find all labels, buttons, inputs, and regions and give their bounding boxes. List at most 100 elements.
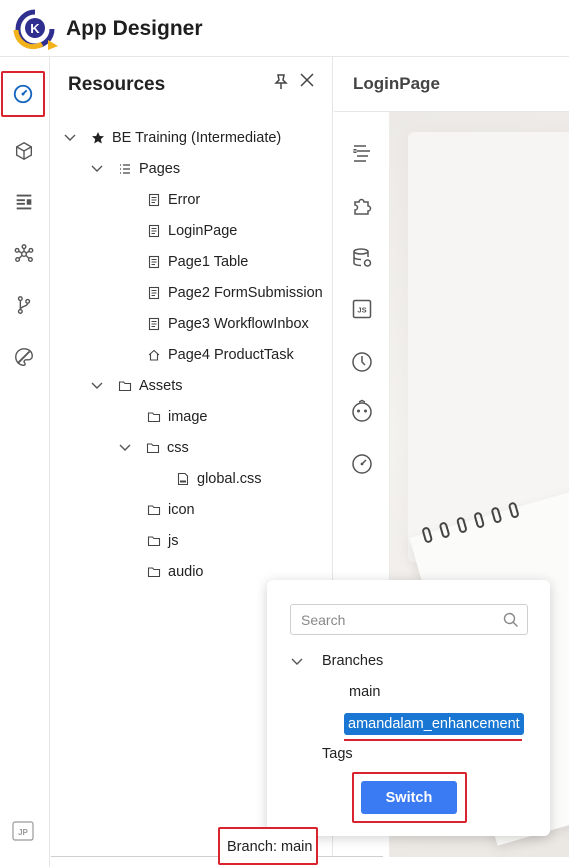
page-icon	[148, 255, 160, 269]
svg-text:JS: JS	[357, 306, 366, 315]
tree-item-pages[interactable]: Pages	[90, 157, 180, 181]
svg-text:JP: JP	[18, 828, 28, 837]
layout-list-icon	[16, 194, 32, 210]
tree-item-page1-table[interactable]: Page1 Table	[147, 250, 248, 274]
git-branch-icon	[17, 296, 31, 314]
outline-icon	[353, 145, 370, 162]
tree-item-audio[interactable]: audio	[147, 560, 203, 584]
chevron-down-icon[interactable]	[90, 162, 104, 176]
chevron-down-icon[interactable]	[90, 379, 104, 393]
tool-history-button[interactable]	[349, 349, 375, 375]
switch-button[interactable]: Switch	[361, 781, 457, 814]
tags-group-label[interactable]: Tags	[322, 746, 353, 762]
tree-item-global-css[interactable]: global.css	[176, 467, 261, 491]
selection-underline	[344, 739, 522, 741]
tree-item-label: js	[168, 533, 179, 549]
tree-item-label: global.css	[197, 471, 262, 487]
home-icon	[148, 349, 160, 361]
tree-item-js[interactable]: js	[147, 529, 178, 553]
tool-datasource-button[interactable]	[349, 245, 375, 271]
page-icon	[148, 224, 160, 238]
dashboard-gauge-icon	[13, 84, 33, 104]
folder-icon	[118, 381, 132, 392]
rail-theme-button[interactable]	[4, 337, 44, 377]
search-placeholder: Search	[301, 611, 346, 628]
status-bar-divider	[51, 856, 383, 857]
branch-item-selected[interactable]: amandalam_enhancement	[344, 713, 524, 735]
rail-network-button[interactable]	[4, 234, 44, 274]
assistant-face-icon	[352, 399, 372, 422]
tree-item-label: Pages	[139, 161, 181, 177]
star-icon	[92, 132, 104, 144]
gauge-icon	[352, 454, 372, 474]
cube-icon	[15, 141, 33, 161]
tree-item-label: Page3 WorkflowInbox	[168, 316, 309, 332]
tool-assistant-button[interactable]	[349, 398, 375, 424]
tree-item-page2-formsubmission[interactable]: Page2 FormSubmission	[147, 281, 323, 305]
tree-item-label: Error	[168, 192, 201, 208]
tree-item-be-training[interactable]: BE Training (Intermediate)	[63, 126, 281, 150]
tool-performance-button[interactable]	[349, 451, 375, 477]
tree-item-label: Page2 FormSubmission	[168, 285, 323, 301]
branch-search-input[interactable]: Search	[290, 604, 528, 635]
tree-item-loginpage[interactable]: LoginPage	[147, 219, 237, 243]
folder-icon	[147, 412, 161, 423]
app-title: App Designer	[66, 17, 203, 40]
tool-outline-button[interactable]	[349, 141, 375, 167]
tree-item-label: icon	[168, 502, 195, 518]
tree-item-page3-workflowinbox[interactable]: Page3 WorkflowInbox	[147, 312, 309, 336]
chevron-down-icon[interactable]	[118, 441, 132, 455]
tree-item-icon[interactable]: icon	[147, 498, 195, 522]
rail-layout-button[interactable]	[4, 182, 44, 222]
branch-status-indicator[interactable]: Branch: main	[218, 827, 318, 865]
activity-rail: JP	[0, 57, 50, 867]
branches-group-label[interactable]: Branches	[322, 653, 383, 669]
tree-item-label: Page4 ProductTask	[168, 347, 294, 363]
branch-switch-popup: Search Branches main amandalam_enhanceme…	[267, 580, 550, 836]
folder-icon	[147, 505, 161, 516]
chevron-down-icon[interactable]	[290, 655, 304, 669]
jp-logo-icon: JP	[12, 821, 34, 841]
tree-item-assets[interactable]: Assets	[90, 374, 183, 398]
rail-components-button[interactable]	[4, 131, 44, 171]
list-icon	[120, 164, 130, 174]
rail-resources-button[interactable]	[1, 71, 45, 117]
pin-icon[interactable]	[272, 73, 290, 91]
tree-item-label: css	[167, 440, 189, 456]
resources-title: Resources	[68, 74, 166, 95]
tree-item-label: BE Training (Intermediate)	[112, 130, 282, 146]
editor-header: LoginPage	[334, 57, 569, 112]
folder-icon	[147, 536, 161, 547]
page-icon	[148, 286, 160, 300]
puzzle-icon	[354, 198, 372, 215]
tree-item-label: audio	[168, 564, 204, 580]
tree-item-error[interactable]: Error	[147, 188, 200, 212]
tree-item-image[interactable]: image	[147, 405, 208, 429]
top-bar: K App Designer	[0, 0, 569, 57]
folder-icon	[146, 443, 160, 454]
folder-icon	[147, 567, 161, 578]
tree-item-css[interactable]: css	[118, 436, 189, 460]
branch-item-main[interactable]: main	[349, 684, 380, 700]
tree-item-label: Page1 Table	[168, 254, 249, 270]
tree-item-label: image	[168, 409, 208, 425]
tree-item-page4-producttask[interactable]: Page4 ProductTask	[147, 343, 294, 367]
js-file-icon: JS	[352, 299, 372, 319]
app-logo-icon: K	[13, 9, 58, 50]
tool-plugins-button[interactable]	[349, 193, 375, 219]
editor-page-title: LoginPage	[353, 74, 440, 93]
network-nodes-icon	[14, 244, 34, 263]
search-icon	[503, 612, 518, 627]
css-file-icon	[177, 472, 189, 486]
database-gear-icon	[353, 248, 372, 267]
chevron-down-icon[interactable]	[63, 131, 77, 145]
svg-text:K: K	[30, 21, 40, 36]
page-icon	[148, 317, 160, 331]
close-icon[interactable]	[298, 71, 316, 89]
branch-status-label: Branch: main	[227, 839, 313, 855]
rail-branch-button[interactable]	[4, 285, 44, 325]
canvas-paper-shape	[408, 132, 569, 562]
palette-brush-icon	[15, 348, 33, 366]
page-icon	[148, 193, 160, 207]
tool-script-button[interactable]: JS	[349, 296, 375, 322]
